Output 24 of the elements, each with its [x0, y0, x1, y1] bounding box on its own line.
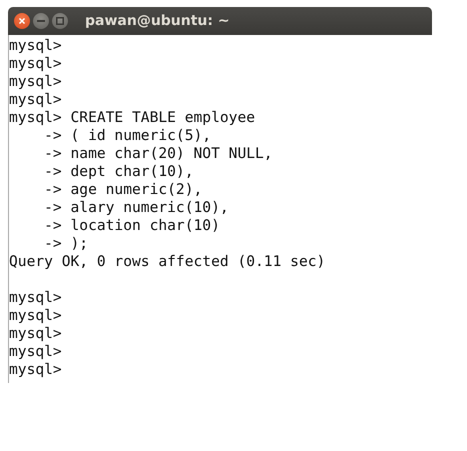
terminal-line: mysql>	[9, 289, 62, 307]
terminal-line: mysql>	[9, 37, 62, 55]
close-icon	[18, 17, 26, 25]
terminal-line: -> dept char(10),	[43, 163, 194, 181]
terminal-line: -> age numeric(2),	[43, 181, 202, 199]
terminal-line: mysql>	[9, 91, 62, 109]
maximize-icon	[56, 17, 64, 25]
terminal-line: Query OK, 0 rows affected (0.11 sec)	[9, 253, 326, 271]
terminal-line: mysql>	[9, 55, 62, 73]
terminal-line: mysql>	[9, 343, 62, 361]
terminal-line: -> alary numeric(10),	[43, 199, 229, 217]
terminal-line: -> );	[43, 235, 88, 253]
terminal-line: mysql>	[9, 307, 62, 325]
terminal-line: -> name char(20) NOT NULL,	[43, 145, 273, 163]
terminal-line: -> ( id numeric(5),	[43, 127, 212, 145]
terminal-line: mysql>	[9, 325, 62, 343]
maximize-button[interactable]	[52, 13, 68, 29]
close-button[interactable]	[14, 13, 30, 29]
window-title: pawan@ubuntu: ~	[85, 13, 230, 29]
minimize-icon	[37, 20, 45, 22]
terminal-line: -> location char(10)	[43, 217, 220, 235]
terminal-line: mysql> CREATE TABLE employee	[9, 109, 256, 127]
terminal-line: mysql>	[9, 73, 62, 91]
terminal-line: mysql>	[9, 361, 62, 379]
